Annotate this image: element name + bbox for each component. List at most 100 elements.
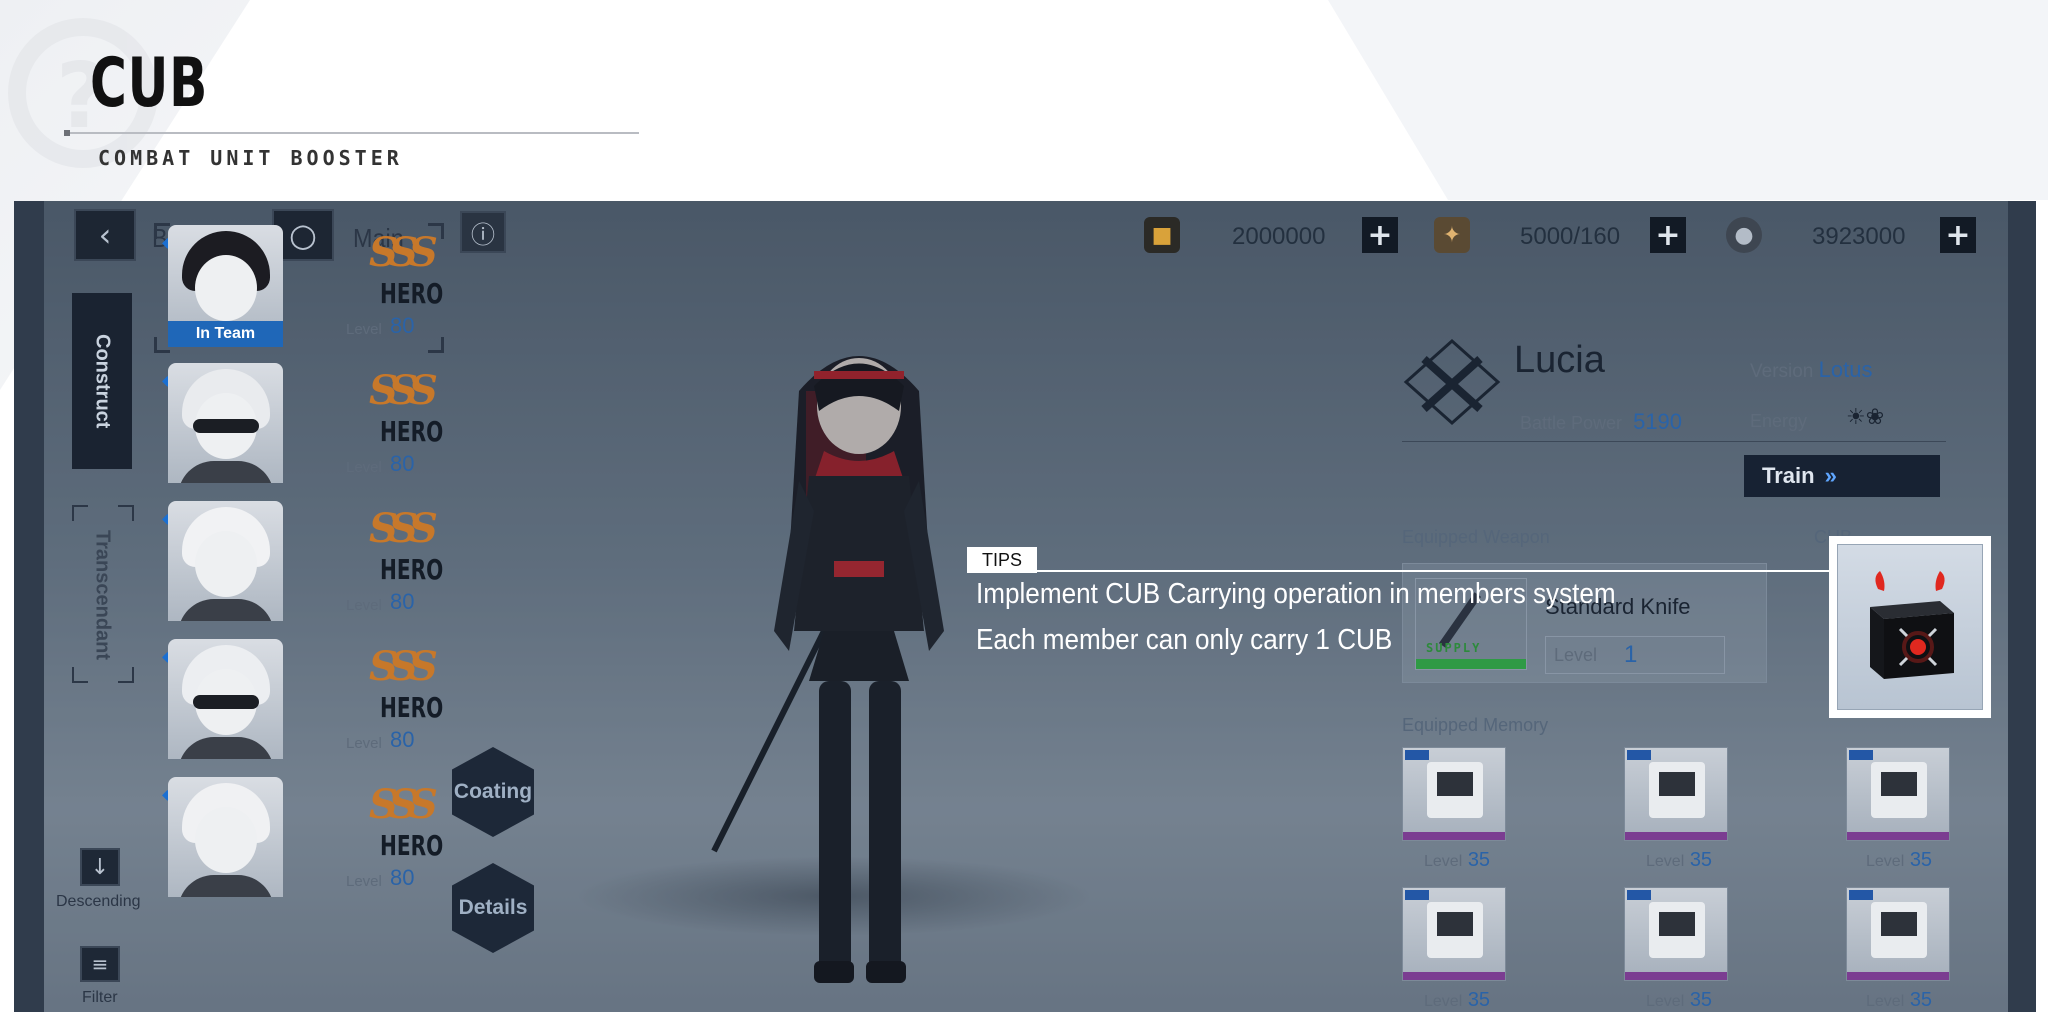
level-label: Level	[346, 873, 382, 890]
title-divider	[64, 130, 639, 136]
energy-label: Energy	[1750, 411, 1808, 431]
battle-power-value: 5190	[1633, 409, 1683, 434]
class-label: HERO	[380, 691, 444, 724]
memory-level: Level 35	[1646, 989, 1713, 1011]
level-label: Level	[346, 321, 382, 338]
arrow-down-icon: ↓	[90, 854, 110, 880]
roster-card[interactable]: ◆ SSS HERO Level 80	[154, 363, 444, 491]
class-label: HERO	[380, 553, 444, 586]
filter-icon: ≡	[91, 952, 109, 976]
memory-slot[interactable]	[1846, 747, 1950, 841]
ticket-icon: ■	[1144, 217, 1180, 253]
memory-level: Level 35	[1424, 989, 1491, 1011]
slide-subtitle: COMBAT UNIT BOOSTER	[98, 146, 403, 170]
sort-label: Descending	[56, 893, 141, 910]
level-value: 80	[390, 589, 415, 614]
add-serum-button[interactable]: +	[1650, 217, 1686, 253]
battle-power-label: Battle Power	[1520, 413, 1623, 433]
level-value: 80	[390, 451, 415, 476]
resource-value-ticket: 2000000	[1232, 223, 1326, 250]
class-emblem-icon	[1403, 339, 1501, 425]
memory-slot[interactable]	[1402, 887, 1506, 981]
energy-icon: ☀❀	[1846, 405, 1885, 430]
avatar	[168, 777, 283, 897]
avatar	[168, 363, 283, 483]
chevron-left-icon: ‹	[98, 216, 112, 254]
corner-bracket	[118, 667, 134, 683]
slide: CUB COMBAT UNIT BOOSTER ‹ Ba	[0, 0, 2048, 1024]
tab-construct-label: Construct	[91, 333, 114, 429]
slide-title: CUB	[90, 44, 209, 123]
info-icon: ⓘ	[471, 220, 495, 249]
tab-construct[interactable]: Construct	[72, 293, 132, 469]
rank-badge: SSS	[369, 229, 438, 276]
cub-device-icon	[1870, 571, 1954, 679]
memory-slot[interactable]	[1624, 747, 1728, 841]
weapon-level-label: Level	[1554, 645, 1598, 665]
slide-decoration	[1328, 0, 2048, 200]
battle-power-row: Battle Power 5190	[1520, 409, 1682, 435]
tips-connector-line	[1037, 570, 1835, 572]
level-label: Level	[346, 459, 382, 476]
cub-slot[interactable]	[1829, 536, 1991, 718]
filter-label: Filter	[82, 989, 118, 1006]
serum-icon: ✦	[1434, 217, 1470, 253]
weapon-level-value: 1	[1624, 641, 1638, 668]
memory-level: Level 35	[1866, 849, 1933, 871]
corner-bracket	[428, 337, 444, 353]
in-team-badge: In Team	[168, 321, 283, 347]
rank-badge: SSS	[369, 781, 438, 828]
character-name: Lucia	[1514, 339, 1605, 381]
equipped-memory-label: Equipped Memory	[1402, 715, 1549, 735]
sort-button[interactable]: ↓	[80, 848, 120, 886]
corner-bracket	[428, 223, 444, 239]
version-label: Version	[1750, 361, 1814, 382]
train-label: Train	[1762, 463, 1815, 488]
memory-slot[interactable]	[1624, 887, 1728, 981]
level-label: Level	[346, 597, 382, 614]
resource-value-serum: 5000/160	[1520, 223, 1621, 250]
add-ticket-button[interactable]: +	[1362, 217, 1398, 253]
rank-badge: SSS	[369, 505, 438, 552]
class-label: HERO	[380, 277, 444, 310]
info-button[interactable]: ⓘ	[460, 211, 506, 253]
memory-level: Level 35	[1424, 849, 1491, 871]
tab-transcendant-label: Transcendant	[91, 529, 114, 661]
rank-badge: SSS	[369, 367, 438, 414]
avatar	[168, 501, 283, 621]
memory-level: Level 35	[1646, 849, 1713, 871]
level-value: 80	[390, 313, 415, 338]
divider	[1402, 441, 1946, 442]
rarity-label: SUPPLY	[1426, 641, 1482, 655]
level-value: 80	[390, 727, 415, 752]
rank-badge: SSS	[369, 643, 438, 690]
memory-level: Level 35	[1866, 989, 1933, 1011]
resource-value-coin: 3923000	[1812, 223, 1906, 250]
tab-transcendant[interactable]: Transcendant	[72, 509, 132, 681]
version-value: Lotus	[1818, 357, 1873, 382]
version-row: Version Lotus	[1750, 357, 1872, 383]
roster-card[interactable]: ◆ SSS HERO Level 80	[154, 777, 444, 905]
weapon-level-box: Level 1	[1545, 636, 1725, 674]
back-button[interactable]: ‹	[74, 209, 136, 261]
coin-icon: ●	[1726, 217, 1762, 253]
memory-slot[interactable]	[1402, 747, 1506, 841]
roster-card[interactable]: ◆ SSS HERO Level 80	[154, 639, 444, 767]
avatar	[168, 639, 283, 759]
roster-card[interactable]: ◆ SSS HERO Level 80	[154, 501, 444, 629]
tips-line-2: Each member can only carry 1 CUB	[976, 624, 1393, 656]
cub-slot-inner	[1837, 544, 1983, 710]
corner-bracket	[118, 505, 134, 521]
corner-bracket	[72, 667, 88, 683]
filter-button[interactable]: ≡	[80, 946, 120, 982]
corner-bracket	[72, 505, 88, 521]
train-button[interactable]: Train »	[1744, 455, 1940, 497]
level-label: Level	[346, 735, 382, 752]
coating-label: Coating	[453, 780, 533, 803]
double-chevron-icon: »	[1824, 463, 1837, 488]
details-label: Details	[458, 896, 528, 919]
roster-card-selected[interactable]: ◆ In Team SSS HERO Level 80	[154, 223, 444, 353]
add-coin-button[interactable]: +	[1940, 217, 1976, 253]
class-label: HERO	[380, 829, 444, 862]
memory-slot[interactable]	[1846, 887, 1950, 981]
